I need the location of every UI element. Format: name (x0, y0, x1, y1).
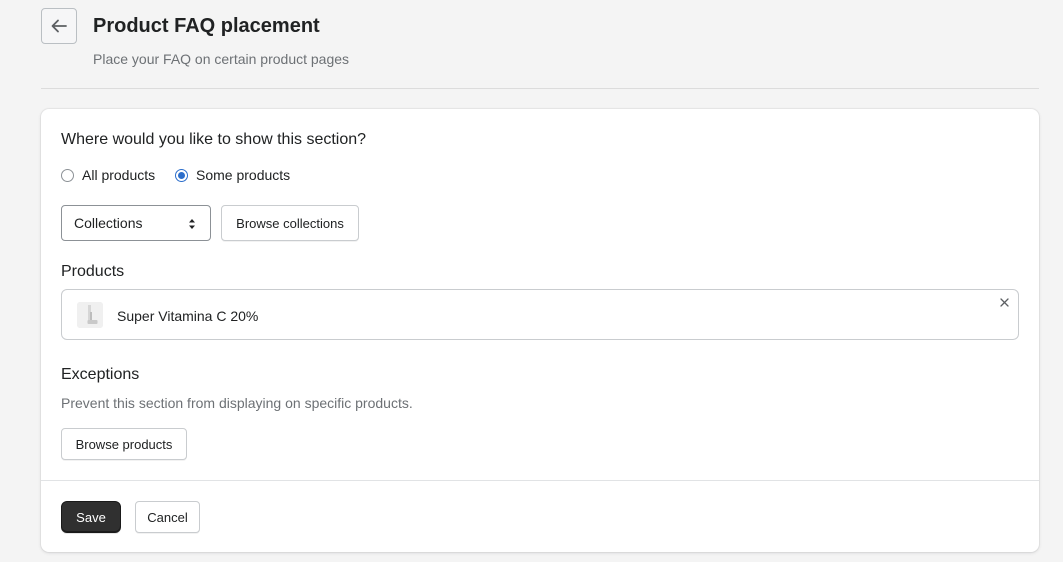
placement-card: Where would you like to show this sectio… (41, 109, 1039, 552)
save-button[interactable]: Save (61, 501, 121, 533)
radio-some-products-control[interactable] (175, 168, 188, 182)
header-divider (41, 88, 1039, 89)
arrow-left-icon (51, 19, 67, 33)
browse-products-button[interactable]: Browse products (61, 428, 187, 460)
radio-some-products[interactable]: Some products (175, 166, 290, 184)
cancel-button[interactable]: Cancel (135, 501, 200, 533)
radio-all-products-control[interactable] (61, 168, 74, 182)
collections-select-value: Collections (74, 215, 143, 231)
radio-some-products-label: Some products (196, 167, 291, 183)
selected-product-item: Super Vitamina C 20% (61, 289, 1019, 340)
browse-collections-button[interactable]: Browse collections (221, 205, 359, 241)
radio-all-products-label: All products (82, 167, 156, 183)
placement-question: Where would you like to show this sectio… (61, 131, 367, 148)
products-heading: Products (61, 263, 125, 280)
exceptions-heading: Exceptions (61, 366, 140, 383)
collections-select[interactable]: Collections (61, 205, 211, 241)
close-icon (999, 297, 1009, 307)
card-body: Where would you like to show this sectio… (41, 109, 1039, 480)
card-footer: Save Cancel (41, 480, 1039, 552)
radio-all-products[interactable]: All products (61, 166, 155, 184)
product-name: Super Vitamina C 20% (117, 308, 259, 324)
page-title: Product FAQ placement (93, 15, 320, 37)
page-subtitle: Place your FAQ on certain product pages (93, 51, 350, 67)
back-button[interactable] (41, 8, 77, 44)
select-arrows-icon (189, 219, 195, 229)
page: Product FAQ placement Place your FAQ on … (0, 0, 1063, 562)
product-thumbnail (77, 302, 103, 328)
remove-product-button[interactable] (998, 296, 1010, 308)
exceptions-help-text: Prevent this section from displaying on … (61, 395, 413, 411)
